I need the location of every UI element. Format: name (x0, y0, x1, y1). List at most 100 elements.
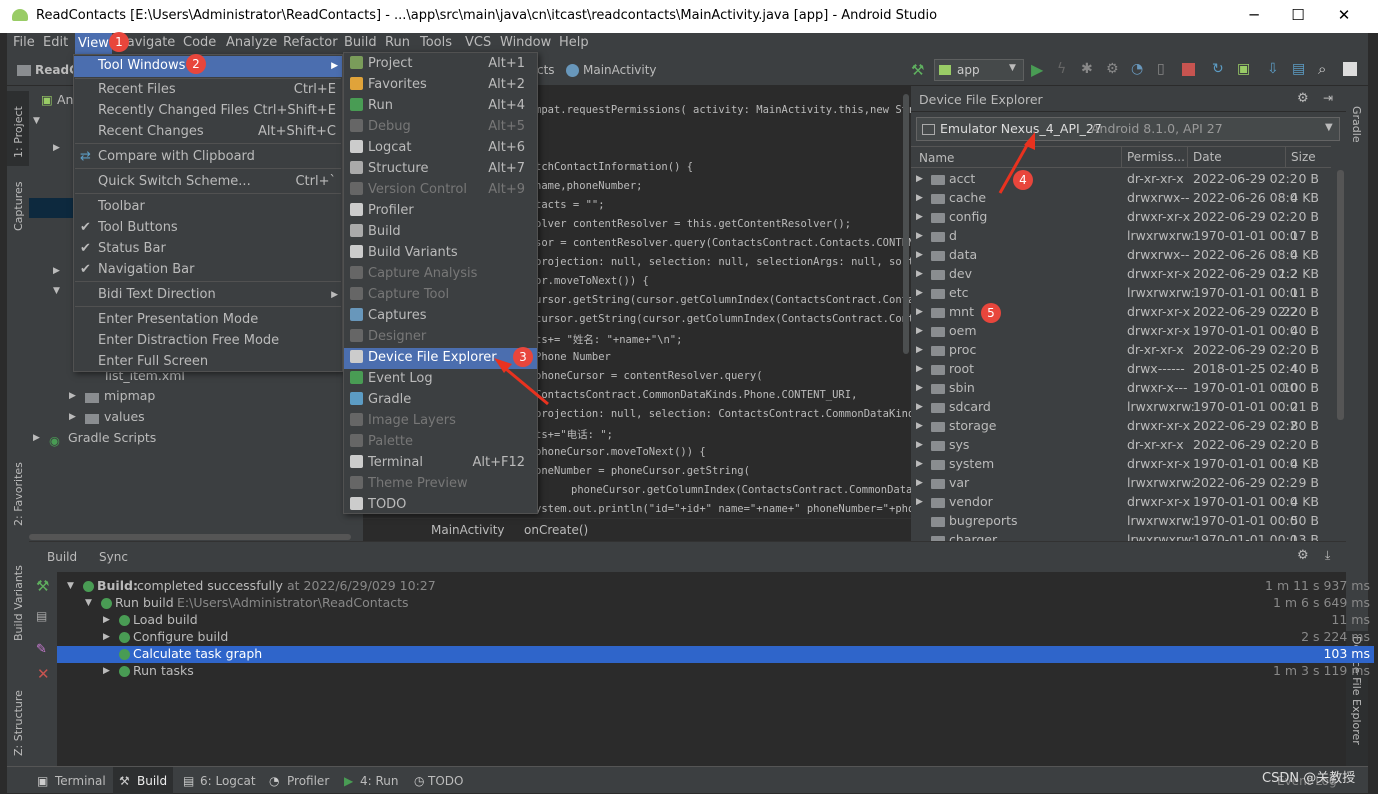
file-row[interactable]: ▶ acct dr-xr-xr-x 2022-06-29 02:2 0 B (911, 170, 1331, 189)
expand-arrow-icon[interactable]: ▶ (916, 326, 923, 336)
view-menu-item[interactable]: ✔ Navigation Bar (74, 260, 342, 281)
vertical-scrollbar[interactable] (1337, 170, 1344, 420)
col-name[interactable]: Name (919, 151, 954, 165)
tool-window-item[interactable]: Terminal Alt+F12 (344, 453, 537, 474)
avd-manager-icon[interactable]: ▣ (1237, 61, 1250, 77)
expand-arrow-icon[interactable]: ▶ (103, 666, 110, 676)
tab-sync[interactable]: Sync (99, 550, 128, 564)
tool-window-item[interactable]: Run Alt+4 (344, 96, 537, 117)
menu-code[interactable]: Code (183, 35, 216, 50)
stop-icon[interactable] (1182, 63, 1195, 76)
attach-debugger-icon[interactable]: ⚙ (1106, 61, 1119, 77)
tab-gradle[interactable]: Gradle (1350, 106, 1363, 143)
tab-terminal[interactable]: Terminal (55, 774, 106, 788)
expand-arrow-icon[interactable]: ▶ (916, 345, 923, 355)
expand-arrow-icon[interactable]: ▼ (67, 581, 74, 591)
build-tree-row[interactable]: ▼ Build: completed successfully at 2022/6/2… (57, 578, 1374, 595)
menu-window[interactable]: Window (500, 35, 551, 50)
tree-gradle-scripts[interactable]: Gradle Scripts (68, 430, 156, 445)
expand-arrow-icon[interactable]: ▶ (916, 440, 923, 450)
expand-arrow-icon[interactable]: ▶ (916, 212, 923, 222)
file-row[interactable]: ▶ root drwx------ 2018-01-25 02:4 40 B (911, 360, 1331, 379)
tool-window-item[interactable]: Version Control Alt+9 (344, 180, 537, 201)
hammer-icon[interactable]: ⚒ (911, 61, 924, 79)
file-row[interactable]: ▶ sys dr-xr-xr-x 2022-06-29 02:2 0 B (911, 436, 1331, 455)
expand-arrow-icon[interactable]: ▶ (69, 391, 76, 401)
tab-profiler[interactable]: Profiler (287, 774, 329, 788)
toggle-view-icon[interactable]: ▤ (36, 609, 47, 623)
expand-arrow-icon[interactable]: ▶ (916, 478, 923, 488)
expand-arrow-icon[interactable]: ▶ (916, 383, 923, 393)
vertical-scrollbar[interactable] (903, 94, 909, 354)
tab-build[interactable]: Build (47, 550, 77, 564)
tool-window-item[interactable]: Favorites Alt+2 (344, 75, 537, 96)
file-row[interactable]: ▶ proc dr-xr-xr-x 2022-06-29 02:2 0 B (911, 341, 1331, 360)
menu-tools[interactable]: Tools (420, 35, 452, 50)
hide-panel-icon[interactable]: ⤓ (1325, 548, 1330, 563)
close-button[interactable]: ✕ (1334, 6, 1354, 24)
sync-icon[interactable]: ↻ (1212, 61, 1224, 77)
menu-help[interactable]: Help (559, 35, 589, 50)
tab-captures[interactable]: Captures (12, 182, 25, 231)
tool-window-item[interactable]: Debug Alt+5 (344, 117, 537, 138)
tool-window-item[interactable]: Build (344, 222, 537, 243)
tab-logcat[interactable]: 6: Logcat (200, 774, 256, 788)
expand-arrow-icon[interactable]: ▶ (103, 632, 110, 642)
file-row[interactable]: ▶ data drwxrwx-- 2022-06-26 08:0 4 KB (911, 246, 1331, 265)
tool-window-item[interactable]: Gradle (344, 390, 537, 411)
tool-window-item[interactable]: Profiler (344, 201, 537, 222)
file-row[interactable]: ▶ etc lrwxrwxrw: 1970-01-01 00:0 11 B (911, 284, 1331, 303)
file-row[interactable]: ▶ mnt drwxr-xr-x 2022-06-29 02:2 220 B (911, 303, 1331, 322)
debug-icon[interactable]: ✱ (1081, 61, 1093, 77)
tab-structure[interactable]: Z: Structure (12, 690, 25, 756)
expand-arrow-icon[interactable]: ▶ (103, 615, 110, 625)
expand-arrow-icon[interactable]: ▶ (53, 143, 60, 153)
search-icon[interactable]: ⌕ (1318, 60, 1326, 78)
col-date[interactable]: Date (1187, 147, 1222, 168)
expand-arrow-icon[interactable]: ▶ (916, 497, 923, 507)
tab-build-bottom[interactable]: Build (137, 774, 167, 788)
menu-run[interactable]: Run (385, 35, 410, 50)
menu-file[interactable]: File (13, 35, 35, 50)
menu-refactor[interactable]: Refactor (283, 35, 338, 50)
file-row[interactable]: ▶ var lrwxrwxrw: 2022-06-29 02:2 9 B (911, 474, 1331, 493)
tool-window-item[interactable]: Build Variants (344, 243, 537, 264)
maximize-button[interactable]: ☐ (1288, 6, 1308, 24)
project-view-label[interactable]: An (57, 92, 73, 107)
menu-analyze[interactable]: Analyze (226, 35, 277, 50)
view-menu-item[interactable]: Tool Windows ▶ (74, 56, 342, 77)
run-icon[interactable]: ▶ (1031, 60, 1043, 79)
tab-project[interactable]: 1: Project (12, 106, 25, 158)
build-tree-row[interactable]: ▼ Run build E:\Users\Administrator\ReadCon… (57, 595, 1374, 612)
tool-window-item[interactable]: Capture Tool (344, 285, 537, 306)
tool-window-item[interactable]: Image Layers (344, 411, 537, 432)
gear-icon[interactable]: ⚙ (1297, 91, 1309, 106)
file-row[interactable]: bugreports lrwxrwxrw: 1970-01-01 00:0 50 B (911, 512, 1331, 531)
tab-build-variants[interactable]: Build Variants (12, 565, 25, 641)
tool-window-item[interactable]: Captures (344, 306, 537, 327)
tab-favorites[interactable]: 2: Favorites (12, 462, 25, 526)
build-tree-row[interactable]: Calculate task graph 103 ms (57, 646, 1374, 663)
minimize-button[interactable]: ─ (1244, 6, 1264, 24)
tool-window-item[interactable]: Device File Explorer (344, 348, 537, 369)
tool-window-item[interactable]: TODO (344, 495, 537, 516)
col-size[interactable]: Size (1285, 147, 1331, 168)
file-row[interactable]: ▶ cache drwxrwx-- 2022-06-26 08:0 4 KB (911, 189, 1331, 208)
tab-run[interactable]: 4: Run (360, 774, 399, 788)
expand-arrow-icon[interactable]: ▶ (916, 269, 923, 279)
file-row[interactable]: ▶ system drwxr-xr-x 1970-01-01 00:0 4 KB (911, 455, 1331, 474)
expand-arrow-icon[interactable]: ▼ (33, 116, 40, 126)
sdk-manager-icon[interactable]: ⇩ (1267, 61, 1279, 77)
menu-vcs[interactable]: VCS (465, 35, 491, 50)
menu-edit[interactable]: Edit (43, 35, 68, 50)
file-row[interactable]: ▶ storage drwxr-xr-x 2022-06-29 02:2 80 B (911, 417, 1331, 436)
expand-arrow-icon[interactable]: ▶ (916, 402, 923, 412)
run-config-select[interactable]: app ▼ (934, 59, 1024, 81)
gear-icon[interactable]: ⚙ (1297, 548, 1309, 563)
build-tree-row[interactable]: ▶ Load build 11 ms (57, 612, 1374, 629)
expand-arrow-icon[interactable]: ▶ (916, 250, 923, 260)
file-row[interactable]: ▶ sdcard lrwxrwxrw: 1970-01-01 00:0 21 B (911, 398, 1331, 417)
menu-build[interactable]: Build (344, 35, 377, 50)
expand-arrow-icon[interactable]: ▼ (85, 598, 92, 608)
apply-changes-icon[interactable]: ϟ (1057, 61, 1066, 77)
